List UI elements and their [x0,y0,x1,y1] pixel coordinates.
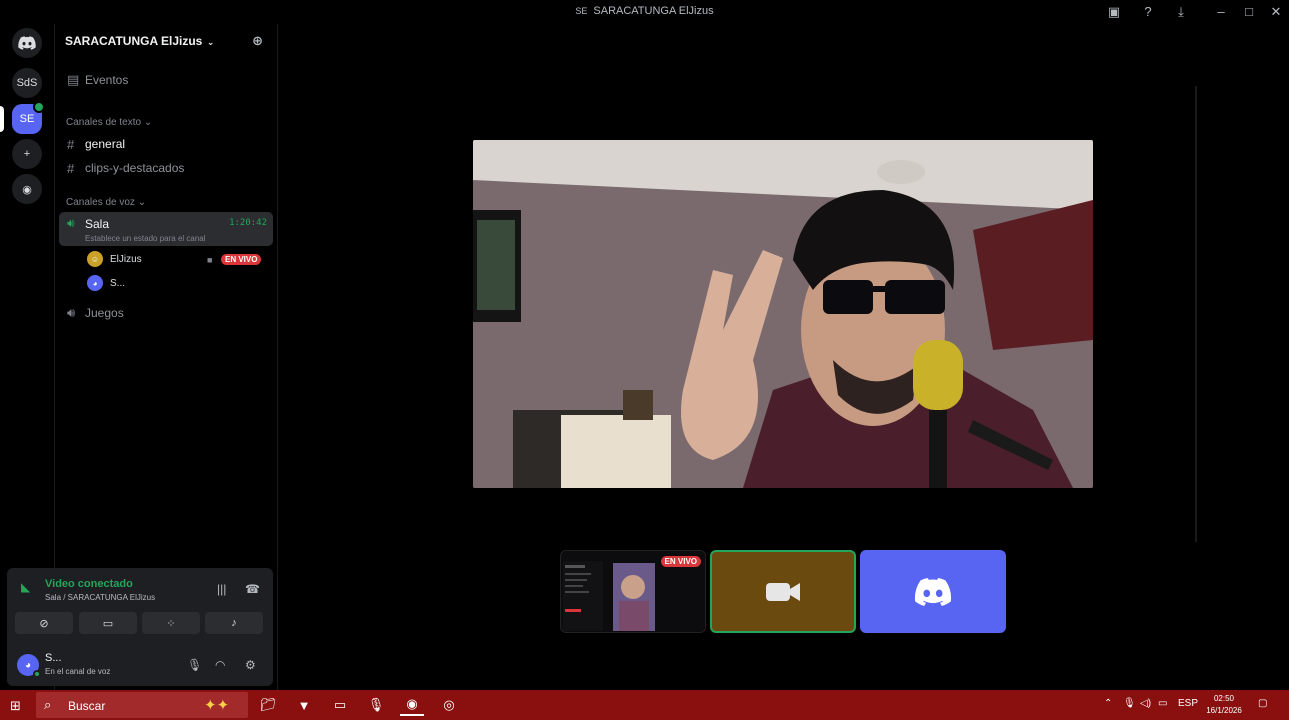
screen-share-button[interactable]: ▭ [79,612,137,634]
speaker-tray-icon[interactable]: ◁) [1140,698,1151,709]
voice-status-subtitle: Sala / SARACATUNGA ElJizus [45,593,156,602]
discord-home-icon[interactable] [12,28,42,58]
invite-user-icon[interactable]: ⊕ [252,33,263,49]
brave-browser-icon[interactable]: ▼ [292,694,316,716]
chevron-down-icon: ⌄ [204,37,215,47]
soundboard-button[interactable]: ♪ [205,612,263,634]
scrollbar[interactable] [1195,86,1197,542]
server-se[interactable]: SE [12,101,45,134]
hash-icon: # [67,136,75,152]
speaker-icon: 🔊︎ [67,305,76,320]
live-badge: EN VIVO [221,254,262,265]
minimize-icon[interactable]: – [1212,3,1230,21]
activities-button[interactable]: ⁘ [142,612,200,634]
headphones-icon[interactable]: ◠ [215,658,225,672]
language-indicator[interactable]: ESP [1178,698,1198,709]
camera-icon [766,582,800,601]
close-icon[interactable]: ✕ [1267,3,1285,21]
hash-icon: # [67,160,75,176]
channel-status[interactable]: Establece un estado para el canal [85,234,206,243]
calendar-icon: ▤ [67,72,80,87]
server-header[interactable]: SARACATUNGA ElJizus ⌄ ⊕ [55,24,277,58]
search-icon: ⌕ [44,697,52,712]
server-icon: SE [575,6,588,16]
channel-clips[interactable]: # clips-y-destacados [61,157,271,179]
voice-channel-sala[interactable]: 🔊︎ Sala 1:20:42 Establece un estado para… [59,212,273,246]
voice-panel: ◣ Video conectado Sala / SARACATUNGA ElJ… [7,568,273,686]
camera-tile[interactable] [710,550,856,633]
windows-start-icon[interactable]: ⊞ [10,698,21,714]
notification-dot [33,101,45,113]
voice-member[interactable]: ☺ ElJizus [87,249,142,269]
mic-tray-icon[interactable]: 🎙︎ [1123,698,1136,709]
download-icon[interactable]: ⤓ [1172,3,1190,21]
voice-channel-juegos[interactable]: 🔊︎ Juegos [61,302,271,324]
photos-icon[interactable]: ▭ [328,694,352,716]
notifications-icon[interactable]: ▢ [1258,698,1267,709]
settings-icon[interactable]: ⚙ [245,658,256,672]
signal-icon: ◣ [21,580,31,594]
text-category[interactable]: Canales de texto ⌄ [66,117,152,128]
online-status-dot [33,670,41,678]
discord-logo-icon [914,577,952,606]
speaker-icon: 🔊︎ [67,216,75,230]
voice-member[interactable]: ◕ S... [87,273,125,293]
live-badge: EN VIVO [660,556,701,567]
add-server-icon[interactable]: + [12,139,42,169]
user-status: En el canal de voz [45,667,111,676]
microphone-icon[interactable]: 🎙︎ [187,658,202,672]
inbox-icon[interactable]: ▣ [1105,3,1123,21]
stream-preview-tile[interactable]: EN VIVO [560,550,706,633]
events-item[interactable]: ▤ Eventos [61,69,271,91]
call-timer: 1:20:42 [229,218,267,228]
user-name[interactable]: S... [45,652,62,664]
avatar: ◕ [87,275,103,291]
voice-status-title[interactable]: Video conectado [45,578,133,590]
discover-icon[interactable]: ◉ [12,174,42,204]
clock[interactable]: 02:50 16/1/2026 [1200,693,1248,717]
noise-suppression-icon[interactable]: ||| [217,582,226,596]
help-icon[interactable]: ? [1139,3,1157,21]
channel-sidebar: SARACATUNGA ElJizus ⌄ ⊕ ▤ Eventos Canales… [7,24,278,690]
channel-general[interactable]: # general [61,133,271,155]
tray-chevron-icon[interactable]: ⌃ [1104,698,1112,709]
discord-tile[interactable] [860,550,1006,633]
maximize-icon[interactable]: □ [1240,3,1258,21]
camera-icon: ■ [207,255,213,265]
avatar: ☺ [87,251,103,267]
recorder-icon[interactable]: 🎙︎ [364,694,388,716]
windows-taskbar: ⊞ ⌕ Buscar ✦✦ 📁︎ ▼ ▭ 🎙︎ ◉ ◎ ⌃ 🎙︎ ◁) ▭ ES… [0,690,1289,720]
voice-channel-name: Sala [85,217,110,231]
title-bar: SE SARACATUNGA ElJizus ▣ ? ⤓ – □ ✕ [0,0,1289,24]
disconnect-icon[interactable]: ☎ [245,582,260,596]
obs-icon[interactable]: ◎ [437,694,461,716]
voice-category[interactable]: Canales de voz ⌄ [66,197,146,208]
file-explorer-icon[interactable]: 📁︎ [256,694,280,716]
server-sds[interactable]: SdS [12,68,42,98]
camera-toggle-button[interactable]: ⊘ [15,612,73,634]
active-server-indicator [0,106,4,132]
discord-taskbar-icon[interactable]: ◉ [400,694,424,716]
window-title: SE SARACATUNGA ElJizus [575,5,714,17]
taskbar-search[interactable]: ⌕ Buscar ✦✦ [36,692,248,718]
main-video-feed[interactable] [473,140,1093,488]
network-icon[interactable]: ▭ [1158,698,1167,709]
sparkle-icon: ✦✦ [204,697,230,714]
